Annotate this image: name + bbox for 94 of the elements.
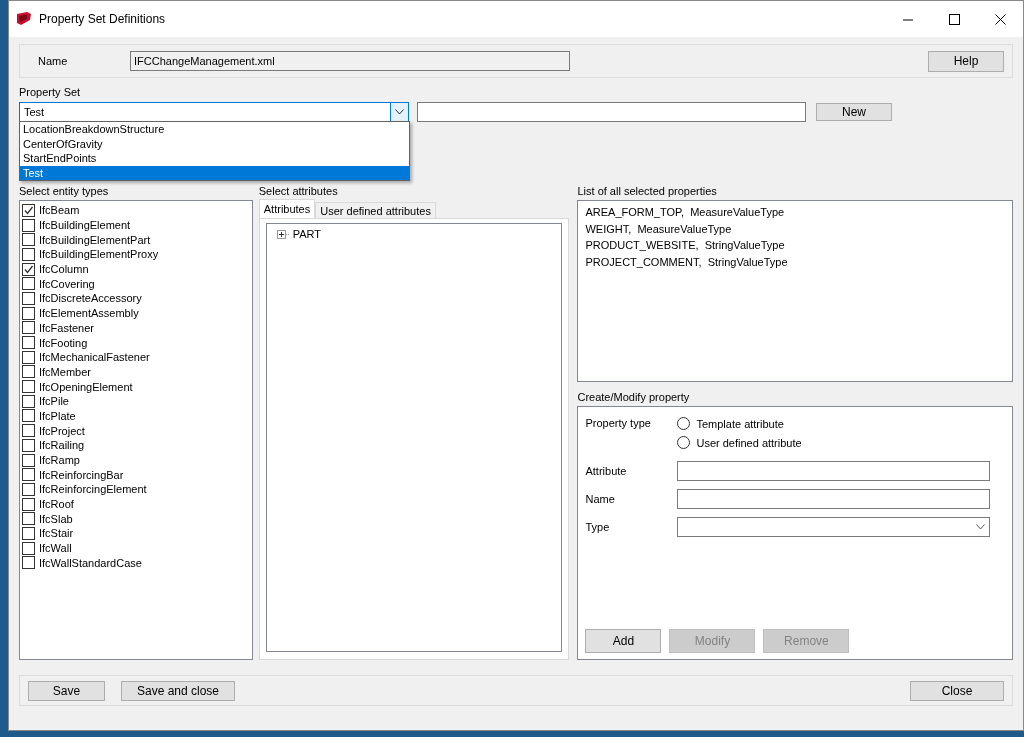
entity-type-label[interactable]: IfcPlate: [39, 409, 76, 422]
entity-type-label[interactable]: IfcPile: [39, 395, 69, 408]
checkbox[interactable]: [22, 336, 35, 350]
property-set-dropdown[interactable]: Test: [19, 102, 409, 122]
checkbox[interactable]: [22, 291, 35, 305]
entity-type-label[interactable]: IfcWall: [39, 542, 72, 555]
field-label: Type: [585, 521, 611, 533]
property-item[interactable]: PROJECT_COMMENT, StringValueType: [585, 253, 1005, 270]
footer-button[interactable]: Save and close: [121, 680, 235, 701]
checkbox[interactable]: [22, 277, 35, 291]
entity-type-label[interactable]: IfcBuildingElement: [39, 219, 131, 232]
footer-button[interactable]: Save: [28, 680, 105, 701]
dropdown-option[interactable]: StartEndPoints: [20, 151, 409, 166]
entity-type-label[interactable]: IfcRamp: [39, 454, 80, 467]
checkbox[interactable]: [22, 526, 35, 540]
tab[interactable]: User defined attributes: [315, 202, 436, 218]
expand-icon[interactable]: [276, 229, 290, 239]
checkbox[interactable]: [22, 438, 35, 452]
checkbox[interactable]: [22, 541, 35, 555]
checkbox[interactable]: [22, 556, 35, 570]
entity-type-label[interactable]: IfcOpeningElement: [39, 380, 133, 393]
checkbox[interactable]: [22, 365, 35, 379]
checkbox[interactable]: [22, 380, 35, 394]
entity-type-label[interactable]: IfcBeam: [39, 204, 80, 217]
dropdown-option[interactable]: Test: [20, 165, 409, 180]
entity-type-label[interactable]: IfcRailing: [39, 439, 85, 452]
property-item[interactable]: PRODUCT_WEBSITE, StringValueType: [585, 237, 1005, 254]
checkbox[interactable]: [22, 306, 35, 320]
checkbox[interactable]: [22, 218, 35, 232]
checkbox[interactable]: [22, 468, 35, 482]
window-title: Property Set Definitions: [39, 12, 167, 26]
dropdown-option[interactable]: LocationBreakdownStructure: [20, 122, 409, 137]
entity-type-label[interactable]: IfcWallStandardCase: [39, 556, 142, 569]
entity-types-label: Select entity types: [19, 185, 110, 199]
checkbox[interactable]: [22, 233, 35, 247]
chevron-down-icon: [395, 109, 404, 115]
close-dialog-button[interactable]: Close: [910, 680, 1004, 701]
entity-type-label[interactable]: IfcElementAssembly: [39, 307, 139, 320]
input-field[interactable]: [677, 461, 991, 481]
checkbox[interactable]: [22, 247, 35, 261]
checkbox[interactable]: [22, 424, 35, 438]
entity-type-label[interactable]: IfcBuildingElementPart: [39, 233, 151, 246]
entity-type-label[interactable]: IfcMember: [39, 365, 91, 378]
entity-type-label[interactable]: IfcStair: [39, 527, 74, 540]
entity-type-label[interactable]: IfcProject: [39, 424, 85, 437]
checkbox[interactable]: [22, 409, 35, 423]
maximize-icon: [948, 13, 960, 25]
close-icon: [994, 13, 1006, 25]
entity-type-label[interactable]: IfcMechanicalFastener: [39, 351, 150, 364]
property-set-label: Property Set: [19, 86, 82, 98]
field-label: Attribute: [585, 465, 628, 477]
attributes-label: Select attributes: [258, 185, 339, 199]
property-item[interactable]: WEIGHT, MeasureValueType: [585, 220, 1005, 237]
radio-label[interactable]: User defined attribute: [696, 436, 802, 449]
property-type-label: Property type: [585, 417, 652, 430]
entity-type-label[interactable]: IfcCovering: [39, 277, 95, 290]
checkbox[interactable]: [22, 262, 35, 276]
entity-type-label[interactable]: IfcFooting: [39, 336, 88, 349]
entity-type-label[interactable]: IfcRoof: [39, 498, 74, 511]
entity-type-label[interactable]: IfcFastener: [39, 321, 95, 334]
entity-type-label[interactable]: IfcSlab: [39, 512, 73, 525]
entity-type-label[interactable]: IfcColumn: [39, 263, 89, 276]
tab[interactable]: Attributes: [258, 199, 316, 218]
entity-type-label[interactable]: IfcBuildingElementProxy: [39, 248, 159, 261]
create-modify-label: Create/Modify property: [577, 391, 691, 405]
property-set-name-field[interactable]: [417, 102, 806, 122]
name-field[interactable]: IFCChangeManagement.xml: [130, 51, 570, 71]
checkbox[interactable]: [22, 321, 35, 335]
checkbox[interactable]: [22, 497, 35, 511]
type-dropdown[interactable]: [677, 517, 991, 537]
action-button[interactable]: Add: [585, 629, 662, 653]
checkbox[interactable]: [22, 394, 35, 408]
field-label: Name: [585, 493, 616, 505]
chevron-down-icon: [976, 524, 986, 530]
checkbox[interactable]: [22, 203, 35, 217]
selected-properties-label: List of all selected properties: [577, 185, 718, 199]
check-icon: [23, 263, 34, 275]
name-label: Name: [38, 55, 69, 67]
new-button[interactable]: New: [816, 103, 892, 121]
help-button[interactable]: Help: [928, 50, 1004, 72]
tree-node[interactable]: PART: [292, 228, 322, 240]
checkbox[interactable]: [22, 512, 35, 526]
entity-type-label[interactable]: IfcDiscreteAccessory: [39, 292, 142, 305]
checkbox[interactable]: [22, 482, 35, 496]
property-item[interactable]: AREA_FORM_TOP, MeasureValueType: [585, 204, 1005, 221]
check-icon: [23, 204, 34, 216]
entity-type-label[interactable]: IfcReinforcingBar: [39, 468, 124, 481]
checkbox[interactable]: [22, 350, 35, 364]
app-logo-icon: [15, 11, 33, 27]
checkbox[interactable]: [22, 453, 35, 467]
dropdown-option[interactable]: CenterOfGravity: [20, 136, 409, 151]
radio-label[interactable]: Template attribute: [696, 417, 784, 430]
entity-type-label[interactable]: IfcReinforcingElement: [39, 483, 147, 496]
input-field[interactable]: [677, 489, 991, 509]
